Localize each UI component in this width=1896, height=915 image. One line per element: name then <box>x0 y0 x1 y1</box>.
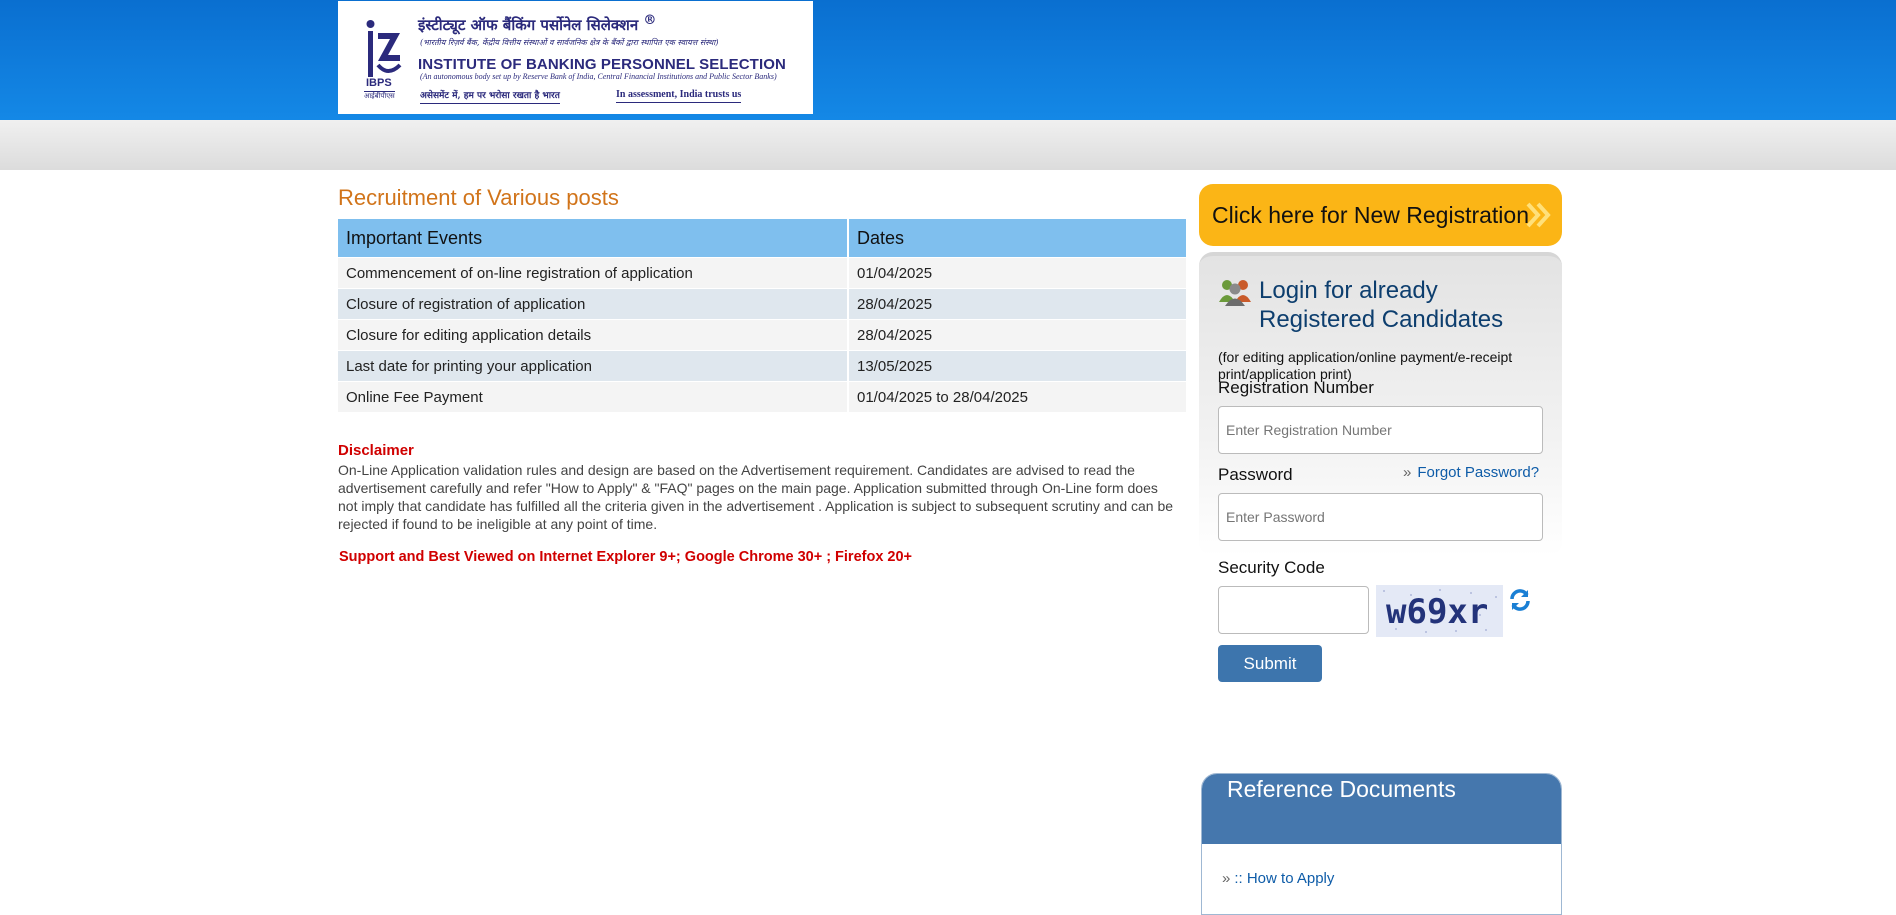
date-cell: 01/04/2025 to 28/04/2025 <box>848 381 1188 412</box>
page-title: Recruitment of Various posts <box>338 185 619 210</box>
table-row: Online Fee Payment 01/04/2025 to 28/04/2… <box>338 381 1188 412</box>
new-registration-button[interactable]: Click here for New Registration <box>1199 184 1562 246</box>
logo-hindi-tagline: असेसमेंट में, हम पर भरोसा रखता है भारत <box>420 88 560 104</box>
logo-subtitle: (An autonomous body set up by Reserve Ba… <box>420 72 777 81</box>
table-row: Commencement of on-line registration of … <box>338 257 1188 289</box>
submit-button[interactable]: Submit <box>1218 645 1322 682</box>
double-chevron-right-icon: » <box>1222 870 1231 887</box>
logo-title: INSTITUTE OF BANKING PERSONNEL SELECTION <box>418 56 786 73</box>
svg-text:w69xr: w69xr <box>1386 592 1488 632</box>
column-header-dates: Dates <box>848 219 1188 258</box>
date-cell: 28/04/2025 <box>848 319 1188 351</box>
table-row: Closure of registration of application 2… <box>338 288 1188 320</box>
registration-number-input[interactable] <box>1218 406 1543 454</box>
captcha-image: w69xr <box>1376 585 1503 637</box>
login-title: Login for already Registered Candidates <box>1259 277 1504 333</box>
password-label: Password <box>1218 465 1293 484</box>
logo-hindi-subtitle: (भारतीय रिज़र्व बैंक, केंद्रीय वित्तीय स… <box>420 38 719 47</box>
table-row: Last date for printing your application … <box>338 350 1188 382</box>
disclaimer-heading: Disclaimer <box>338 442 414 459</box>
date-cell: 13/05/2025 <box>848 350 1188 382</box>
security-code-label: Security Code <box>1218 558 1325 577</box>
important-events-table: Important Events Dates Commencement of o… <box>338 219 1188 412</box>
ibps-logo[interactable]: IBPS आईबीपीएस इंस्टीट्यूट ऑफ बैंकिंग पर्… <box>338 1 813 114</box>
security-code-input[interactable] <box>1218 586 1369 634</box>
logo-english-tagline: In assessment, India trusts us <box>616 89 742 103</box>
reference-documents-panel: Reference Documents »:: How to Apply <box>1201 773 1562 915</box>
password-input[interactable] <box>1218 493 1543 541</box>
header-bar: IBPS आईबीपीएस इंस्टीट्यूट ऑफ बैंकिंग पर्… <box>0 0 1896 120</box>
reference-documents-title: Reference Documents <box>1227 776 1456 802</box>
date-cell: 28/04/2025 <box>848 288 1188 320</box>
event-cell: Online Fee Payment <box>338 381 849 412</box>
new-registration-label: Click here for New Registration <box>1212 202 1530 228</box>
browser-support-note: Support and Best Viewed on Internet Expl… <box>339 549 913 565</box>
event-cell: Closure of registration of application <box>338 288 849 320</box>
how-to-apply-link[interactable]: »:: How to Apply <box>1222 870 1334 887</box>
event-cell: Commencement of on-line registration of … <box>338 257 849 289</box>
logo-hindi-title: इंस्टीट्यूट ऑफ बैंकिंग पर्सोनेल सिलेक्शन… <box>418 13 657 34</box>
table-row: Closure for editing application details … <box>338 319 1188 351</box>
logo-ibps-text: IBPS <box>366 77 392 89</box>
registration-number-label: Registration Number <box>1218 378 1374 397</box>
logo-ibps-hindi-text: आईबीपीएस <box>364 91 395 100</box>
users-icon <box>1219 280 1251 306</box>
nav-bar <box>0 120 1896 170</box>
forgot-password-link[interactable]: » Forgot Password? <box>1403 464 1539 481</box>
double-chevron-right-icon: » <box>1403 464 1412 481</box>
double-chevron-right-icon <box>1526 202 1551 228</box>
date-cell: 01/04/2025 <box>848 257 1188 289</box>
captcha-noise: w69xr <box>1376 585 1503 637</box>
column-header-events: Important Events <box>338 219 849 258</box>
event-cell: Closure for editing application details <box>338 319 849 351</box>
refresh-icon[interactable] <box>1508 588 1532 612</box>
disclaimer-text: On-Line Application validation rules and… <box>338 462 1174 532</box>
event-cell: Last date for printing your application <box>338 350 849 382</box>
reference-documents-header: Reference Documents <box>1202 774 1561 844</box>
